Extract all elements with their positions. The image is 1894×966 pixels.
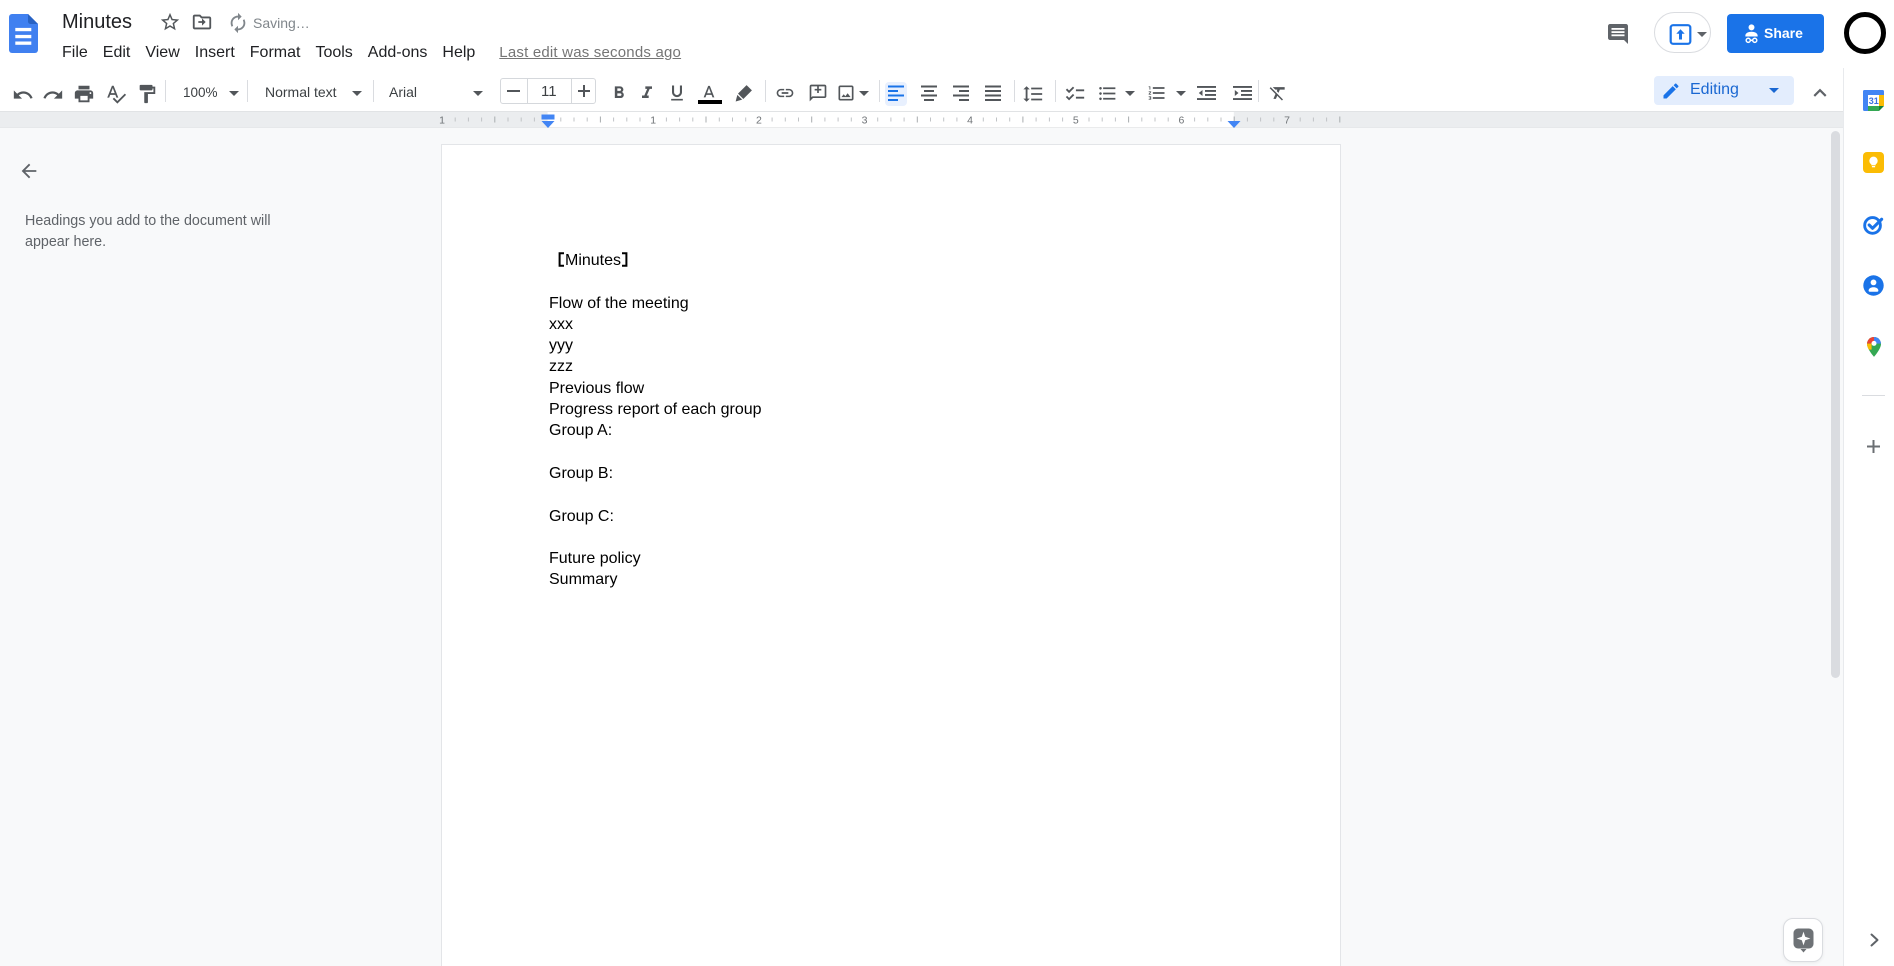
svg-text:3: 3	[862, 115, 868, 127]
svg-text:31: 31	[1869, 96, 1879, 106]
svg-text:5: 5	[1073, 115, 1079, 127]
svg-text:1: 1	[439, 115, 445, 127]
svg-text:7: 7	[1284, 115, 1290, 127]
svg-text:1: 1	[650, 115, 656, 127]
svg-text:4: 4	[967, 115, 973, 127]
svg-text:6: 6	[1178, 115, 1184, 127]
svg-text:2: 2	[756, 115, 762, 127]
